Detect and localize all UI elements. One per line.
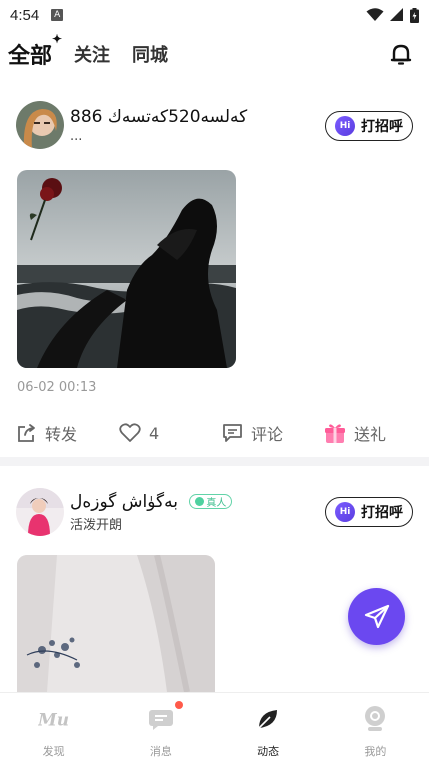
tab-following[interactable]: 关注 xyxy=(74,41,110,67)
post-header: كەلسە520كەتسەك 886 ... xyxy=(16,101,247,149)
notification-icon: A xyxy=(51,9,64,21)
message-icon xyxy=(145,703,177,735)
battery-icon xyxy=(410,7,419,23)
bottom-nav: Mu 发现 消息 动态 我的 xyxy=(0,692,429,764)
nav-discover-label: 发现 xyxy=(42,745,65,758)
post-timestamp: 06-02 00:13 xyxy=(17,380,97,395)
signal-icon xyxy=(390,8,403,21)
avatar[interactable] xyxy=(16,488,64,536)
post-user-info: بەگۈاش گوزەل 真人 活泼开朗 xyxy=(70,492,233,533)
hi-icon: Hi xyxy=(335,502,355,522)
like-count: 4 xyxy=(149,423,160,443)
comment-button[interactable]: 评论 xyxy=(222,418,283,448)
bell-icon[interactable] xyxy=(389,42,413,66)
nav-messages-label: 消息 xyxy=(149,745,172,758)
status-icons xyxy=(366,7,419,23)
post-actions: 转发 4 评论 送礼 xyxy=(0,418,429,448)
user-subtitle: 活泼开朗 xyxy=(70,517,123,533)
compose-post-button[interactable] xyxy=(348,588,405,645)
wifi-icon xyxy=(366,8,384,21)
gift-icon xyxy=(325,424,345,443)
profile-icon xyxy=(359,703,391,735)
unread-dot xyxy=(175,701,184,709)
username[interactable]: بەگۈاش گوزەل xyxy=(70,492,178,512)
nav-discover[interactable]: Mu 发现 xyxy=(0,693,107,764)
gift-label: 送礼 xyxy=(354,425,387,444)
avatar[interactable] xyxy=(16,101,64,149)
like-button[interactable]: 4 xyxy=(119,418,159,448)
heart-icon xyxy=(119,423,141,442)
comment-icon xyxy=(223,424,242,442)
verified-icon xyxy=(195,497,205,506)
tab-all[interactable]: 全部 ✦ xyxy=(8,32,62,70)
paper-plane-icon xyxy=(364,604,389,628)
verified-label: 真人 xyxy=(206,498,227,509)
tab-nearby[interactable]: 同城 xyxy=(132,41,168,67)
post-header: بەگۈاش گوزەل 真人 活泼开朗 xyxy=(16,488,233,536)
verified-badge: 真人 xyxy=(189,494,233,509)
status-time: 4:54 xyxy=(10,6,40,24)
say-hi-button[interactable]: Hi 打招呼 xyxy=(325,111,413,141)
say-hi-label: 打招呼 xyxy=(361,504,403,520)
post-divider xyxy=(0,457,429,466)
feed-icon xyxy=(252,703,284,735)
svg-text:Mu: Mu xyxy=(38,710,69,729)
nav-messages[interactable]: 消息 xyxy=(107,693,214,764)
share-label: 转发 xyxy=(45,425,78,444)
nav-profile[interactable]: 我的 xyxy=(322,693,429,764)
status-bar: 4:54 A xyxy=(0,0,429,30)
user-subtitle: ... xyxy=(70,128,83,144)
post-photo[interactable] xyxy=(17,555,215,692)
tab-all-label: 全部 xyxy=(8,43,53,68)
say-hi-button[interactable]: Hi 打招呼 xyxy=(325,497,413,527)
nav-feed[interactable]: 动态 xyxy=(215,693,322,764)
top-tabs: 全部 ✦ 关注 同城 xyxy=(0,32,429,76)
tab-nearby-label: 同城 xyxy=(132,45,169,65)
share-button[interactable]: 转发 xyxy=(17,418,77,448)
tab-following-label: 关注 xyxy=(74,45,111,65)
username-row: بەگۈاش گوزەل 真人 xyxy=(70,492,233,512)
share-icon xyxy=(18,424,35,442)
say-hi-label: 打招呼 xyxy=(361,118,403,134)
nav-feed-label: 动态 xyxy=(257,745,280,758)
username[interactable]: كەلسە520كەتسەك 886 xyxy=(70,107,247,127)
comment-label: 评论 xyxy=(251,425,284,444)
post-user-info: كەلسە520كەتسەك 886 ... xyxy=(70,107,247,144)
hi-icon: Hi xyxy=(335,116,355,136)
post-photo[interactable] xyxy=(17,170,236,368)
nav-profile-label: 我的 xyxy=(364,745,387,758)
discover-icon: Mu xyxy=(38,703,70,735)
sparkle-icon: ✦ xyxy=(51,32,63,46)
gift-button[interactable]: 送礼 xyxy=(324,418,386,448)
